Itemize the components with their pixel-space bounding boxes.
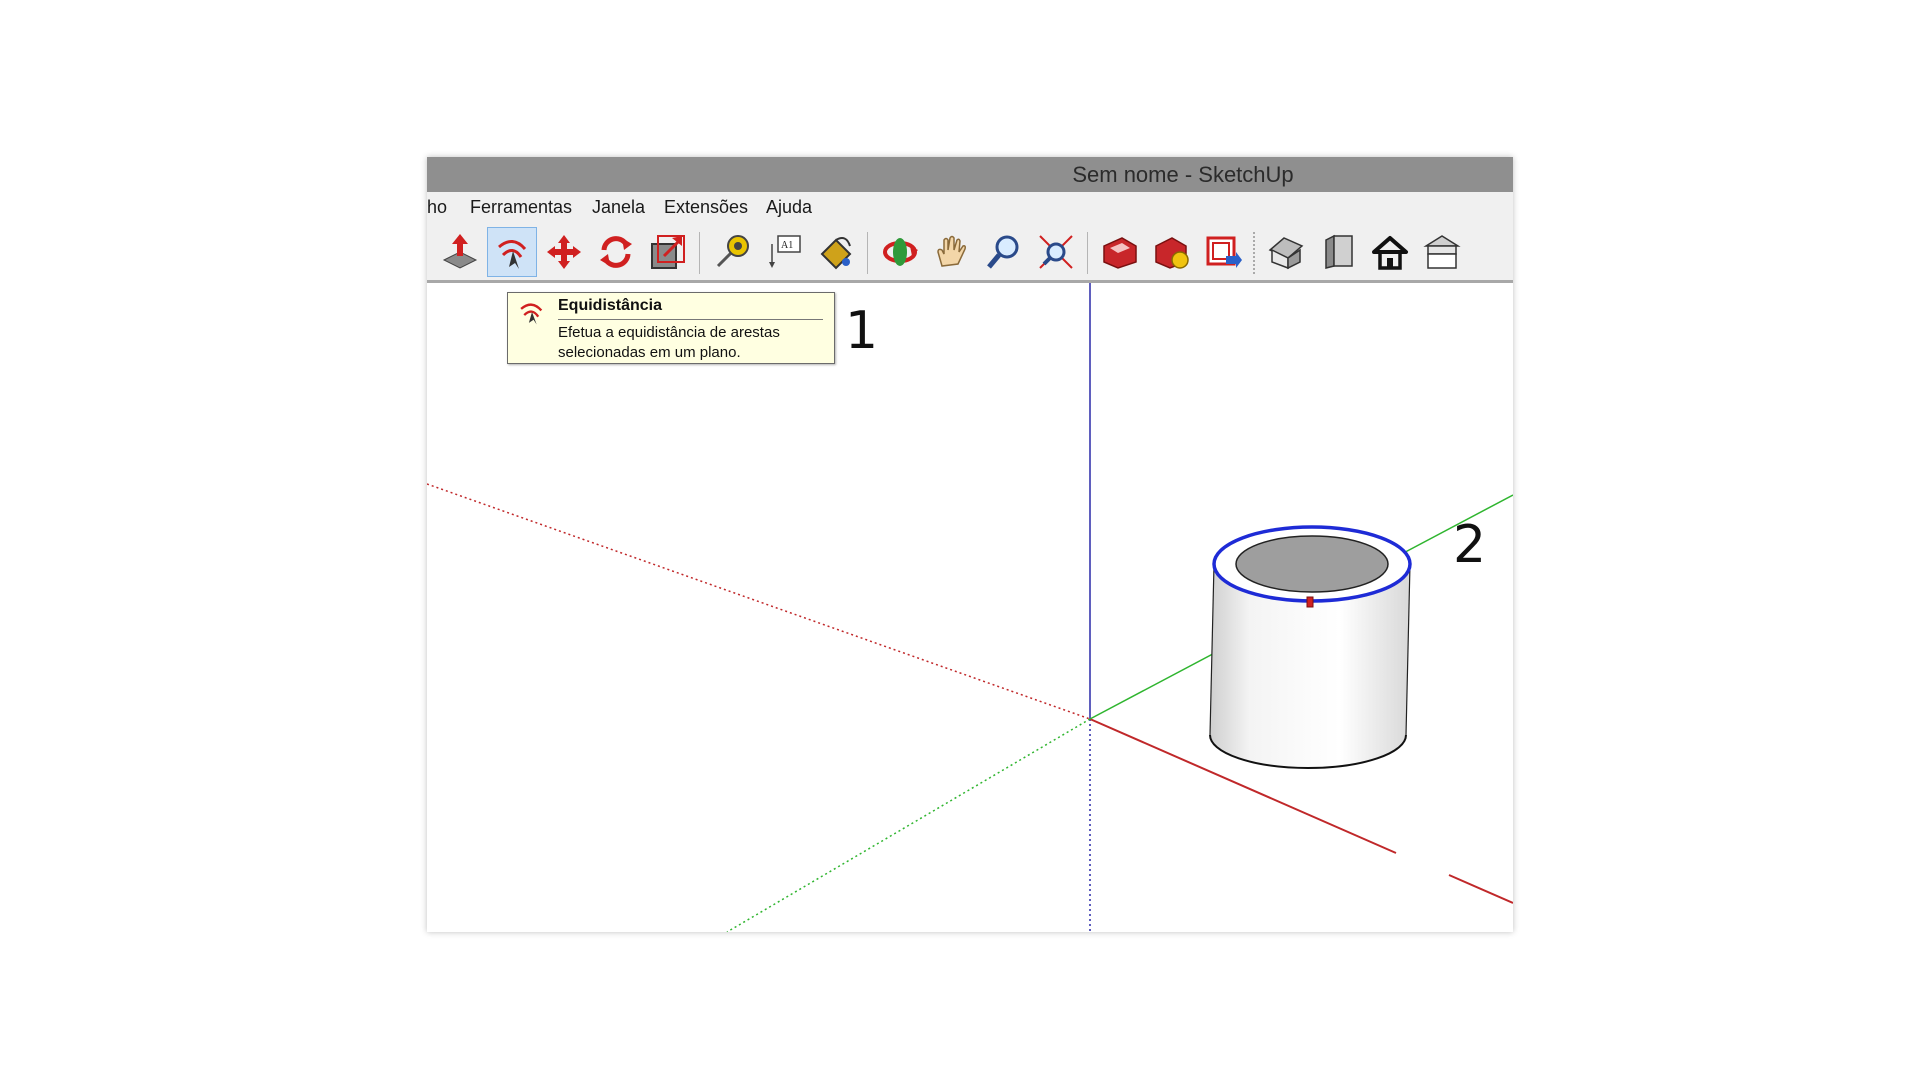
menu-item-extensoes[interactable]: Extensões (664, 197, 748, 218)
orbit-button[interactable] (875, 227, 925, 277)
warehouse-icon (1103, 237, 1137, 269)
home-icon (1372, 236, 1408, 270)
3d-warehouse-button[interactable] (1095, 227, 1145, 277)
offset-button[interactable] (487, 227, 537, 277)
title-bar[interactable]: Sem nome - SketchUp (427, 157, 1513, 192)
push-pull-icon (442, 234, 478, 269)
scene-canvas[interactable] (427, 283, 1513, 932)
annotation-marker-2: 2 (1453, 515, 1487, 575)
annotation-marker-1: 1 (845, 301, 879, 361)
toolbar-separator (1253, 232, 1256, 274)
red-axis-negative (427, 483, 1091, 720)
scale-icon (651, 235, 685, 269)
zoom-button[interactable] (979, 227, 1029, 277)
toolbar-separator (1087, 232, 1088, 274)
offset-icon (498, 240, 527, 269)
menu-item-ferramentas[interactable]: Ferramentas (470, 197, 572, 218)
pan-button[interactable] (927, 227, 977, 277)
menu-item-file-partial[interactable]: ho (427, 197, 447, 218)
svg-text:A1: A1 (781, 240, 793, 251)
tape-measure-button[interactable] (707, 227, 757, 277)
orbit-icon (883, 238, 918, 266)
text-button[interactable]: A1 (759, 227, 809, 277)
tooltip-description: Efetua a equidistância de arestas seleci… (558, 323, 780, 363)
zoom-icon (987, 235, 1019, 269)
pan-hand-icon (937, 235, 966, 267)
top-house-icon (1423, 235, 1461, 269)
tape-measure-icon (716, 235, 749, 268)
front-view-icon (1325, 234, 1353, 269)
tooltip-line-2: selecionadas em um plano. (558, 344, 741, 361)
iso-house-icon (1268, 237, 1304, 270)
toolbar-separator (867, 232, 868, 274)
offset-cursor-point (1306, 596, 1314, 608)
tooltip-line-1: Efetua a equidistância de arestas (558, 324, 780, 341)
push-pull-button[interactable] (435, 227, 485, 277)
move-icon (547, 235, 581, 269)
red-axis-far (1448, 874, 1513, 904)
front-view-button[interactable] (1313, 227, 1363, 277)
layout-send-button[interactable] (1199, 227, 1249, 277)
tooltip-title: Equidistância (558, 297, 663, 314)
home-view-button[interactable] (1365, 227, 1415, 277)
offset-tooltip: Equidistância Efetua a equidistância de … (507, 292, 835, 364)
layout-send-icon (1206, 236, 1242, 268)
cylinder-model[interactable] (1209, 525, 1412, 769)
main-toolbar: A1 (427, 222, 1513, 283)
zoom-extents-icon (1039, 235, 1073, 269)
extension-warehouse-icon (1155, 237, 1189, 269)
green-axis-negative (726, 718, 1091, 932)
toolbar-separator (699, 232, 700, 274)
scale-button[interactable] (643, 227, 693, 277)
extension-warehouse-button[interactable] (1147, 227, 1197, 277)
sketchup-window: Sem nome - SketchUp ho Ferramentas Janel… (427, 157, 1513, 932)
menu-item-ajuda[interactable]: Ajuda (766, 197, 812, 218)
window-title: Sem nome - SketchUp (1072, 162, 1294, 187)
tooltip-divider (558, 319, 823, 320)
zoom-extents-button[interactable] (1031, 227, 1081, 277)
drawing-viewport[interactable]: Equidistância Efetua a equidistância de … (427, 283, 1513, 932)
offset-inner-edge (1235, 535, 1389, 593)
offset-icon (520, 303, 543, 325)
paint-bucket-button[interactable] (811, 227, 861, 277)
top-view-button[interactable] (1417, 227, 1467, 277)
iso-view-button[interactable] (1261, 227, 1311, 277)
text-icon: A1 (769, 235, 801, 268)
rotate-button[interactable] (591, 227, 641, 277)
menu-item-janela[interactable]: Janela (592, 197, 645, 218)
rotate-icon (600, 236, 632, 268)
menu-bar: ho Ferramentas Janela Extensões Ajuda (427, 192, 1513, 222)
move-button[interactable] (539, 227, 589, 277)
paint-bucket-icon (820, 237, 852, 270)
